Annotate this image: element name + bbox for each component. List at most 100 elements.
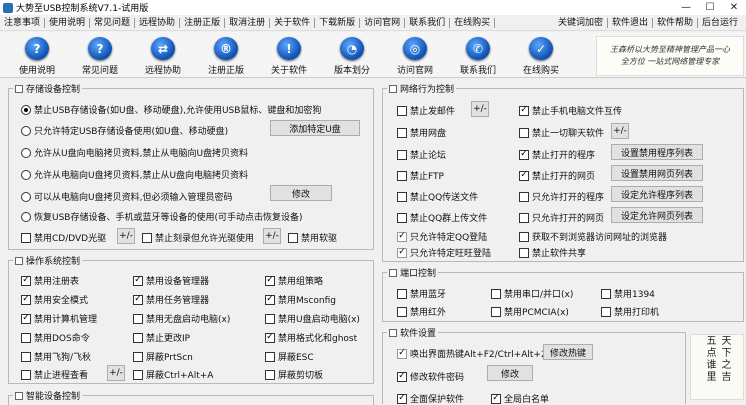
os-item[interactable]: ✓ 禁用任务管理器 <box>133 293 209 306</box>
menu-notes[interactable]: 注意事项 <box>0 17 46 28</box>
menu-website[interactable]: 访问官网 <box>360 17 406 28</box>
settings-title: 软件设置 <box>400 329 437 339</box>
net-item[interactable]: 只允许打开的程序 <box>519 190 604 203</box>
no-burn-checkbox[interactable]: 禁止刻录但允许光驱使用 <box>142 231 254 244</box>
menu-contact[interactable]: 联系我们 <box>405 17 451 28</box>
add-udisk-button[interactable]: 添加特定U盘 <box>270 120 360 136</box>
modify-password-checkbox[interactable]: ✓ 修改软件密码 <box>397 370 464 383</box>
pie-icon: ◔ <box>340 37 364 60</box>
modify-hotkey-button[interactable]: 修改热键 <box>543 344 593 360</box>
disable-floppy-checkbox[interactable]: 禁用软驱 <box>288 231 337 244</box>
hotkey-checkbox[interactable]: ✓ 唤出界面热键Alt+F2/Ctrl+Alt+2 <box>397 347 547 360</box>
disable-cd-checkbox[interactable]: 禁用CD/DVD光驱 <box>21 231 106 244</box>
port-item[interactable]: 禁用蓝牙 <box>397 287 446 300</box>
port-control-group: 端口控制 禁用蓝牙 禁用串口/并口(x) 禁用1394 禁用红外 禁用PCMCI… <box>382 266 744 322</box>
port-item[interactable]: 禁用串口/并口(x) <box>491 287 573 300</box>
toolbar-faq-button[interactable]: ? 常见问题 <box>72 34 128 76</box>
set-blocked-web-button[interactable]: 设置禁用网页列表 <box>611 165 703 181</box>
os-item[interactable]: 禁止进程查看 <box>21 368 88 381</box>
menu-manual[interactable]: 使用说明 <box>45 17 91 28</box>
menu-help[interactable]: 软件帮助 <box>653 18 698 28</box>
net-item[interactable]: ✓ 只允许特定旺旺登陆 <box>397 246 491 259</box>
set-allowed-web-button[interactable]: 设定允许网页列表 <box>611 207 703 223</box>
net-item[interactable]: ✓ 只允许特定QQ登陆 <box>397 230 487 243</box>
set-allowed-programs-button[interactable]: 设定允许程序列表 <box>611 186 703 202</box>
toolbar-remote-button[interactable]: ⇄ 远程协助 <box>135 34 191 76</box>
net-item[interactable]: 禁止论坛 <box>397 148 446 161</box>
net-item[interactable]: ✓ 禁止打开的网页 <box>519 169 595 182</box>
net-item[interactable]: ✓ 禁止手机电脑文件互传 <box>519 104 622 117</box>
port-item[interactable]: 禁用1394 <box>601 287 655 300</box>
minimize-button[interactable]: — <box>674 0 698 15</box>
burn-plusminus-button[interactable]: +/- <box>263 228 281 244</box>
port-item[interactable]: 禁用红外 <box>397 305 446 318</box>
maximize-button[interactable]: ☐ <box>698 0 722 15</box>
toolbar-contact-button[interactable]: ✆ 联系我们 <box>450 34 506 76</box>
os-item[interactable]: ✓ 禁用格式化和ghost <box>265 331 357 344</box>
os-item[interactable]: ✓ 禁用Msconfig <box>265 293 336 306</box>
net-item[interactable]: 禁止发邮件 <box>397 104 455 117</box>
os-item[interactable]: ✓ 禁用注册表 <box>21 274 79 287</box>
toolbar-buy-button[interactable]: ✓ 在线购买 <box>513 34 569 76</box>
menu-background[interactable]: 后台运行 <box>698 18 742 28</box>
os-item[interactable]: 禁止更改IP <box>133 331 190 344</box>
modify-password-button[interactable]: 修改 <box>270 185 332 201</box>
os-item[interactable]: ✓ 禁用设备管理器 <box>133 274 209 287</box>
os-item[interactable]: ✓ 禁用安全模式 <box>21 293 88 306</box>
toolbar-website-button[interactable]: ◎ 访问官网 <box>387 34 443 76</box>
menu-about[interactable]: 关于软件 <box>270 17 316 28</box>
port-item[interactable]: 禁用打印机 <box>601 305 659 318</box>
os-item[interactable]: 禁用DOS命令 <box>21 331 90 344</box>
net-item[interactable]: 只允许打开的网页 <box>519 211 604 224</box>
storage-option-2[interactable]: 只允许特定USB存储设备使用(如U盘、移动硬盘) <box>21 124 228 137</box>
os-item[interactable]: 屏蔽ESC <box>265 350 314 363</box>
os-item[interactable]: ✓ 禁用计算机管理 <box>21 312 97 325</box>
port-item[interactable]: 禁用PCMCIA(x) <box>491 305 569 318</box>
os-item[interactable]: ✓ 禁用组策略 <box>265 274 323 287</box>
net-item[interactable]: 禁止软件共享 <box>519 246 586 259</box>
storage-option-3[interactable]: 允许从U盘向电脑拷贝资料,禁止从电脑向U盘拷贝资料 <box>21 146 248 159</box>
set-blocked-programs-button[interactable]: 设置禁用程序列表 <box>611 144 703 160</box>
os-item[interactable]: 禁用U盘启动电脑(x) <box>265 312 360 325</box>
toolbar-manual-button[interactable]: ? 使用说明 <box>9 34 65 76</box>
os-item[interactable]: 禁用无盘启动电脑(x) <box>133 312 230 325</box>
menu-register[interactable]: 注册正版 <box>180 17 226 28</box>
menu-keyword-encrypt[interactable]: 关键词加密 <box>554 18 608 28</box>
port-icon <box>389 268 397 277</box>
cart-icon: ✓ <box>529 37 553 60</box>
net-item[interactable]: 禁止QQ群上传文件 <box>397 211 487 224</box>
net-item[interactable]: 禁止FTP <box>397 169 444 182</box>
menu-unregister[interactable]: 取消注册 <box>225 17 271 28</box>
os-item[interactable]: 屏蔽剪切板 <box>265 368 323 381</box>
storage-option-1[interactable]: 禁止USB存储设备(如U盘、移动硬盘),允许使用USB鼠标、键盘和加密狗 <box>21 103 321 116</box>
os-item[interactable]: 禁用飞狗/飞秋 <box>21 350 91 363</box>
modify-software-password-button[interactable]: 修改 <box>487 365 533 381</box>
protect-software-checkbox[interactable]: ✓ 全面保护软件 <box>397 392 464 405</box>
net-item[interactable]: ✓ 禁止打开的程序 <box>519 148 595 161</box>
chat-plusminus-button[interactable]: +/- <box>611 123 629 139</box>
net-item[interactable]: 获取不到浏览器访问网址的浏览器 <box>519 230 667 243</box>
smart-device-title: 智能设备控制 <box>26 392 81 402</box>
menu-remote[interactable]: 远程协助 <box>135 17 181 28</box>
os-item[interactable]: 屏蔽Ctrl+Alt+A <box>133 368 213 381</box>
menu-faq[interactable]: 常见问题 <box>90 17 136 28</box>
menu-buy[interactable]: 在线购买 <box>450 17 496 28</box>
close-button[interactable]: ✕ <box>722 0 746 15</box>
toolbar-register-button[interactable]: ® 注册正版 <box>198 34 254 76</box>
toolbar-version-button[interactable]: ◔ 版本划分 <box>324 34 380 76</box>
settings-icon <box>389 328 397 337</box>
whitelist-checkbox[interactable]: ✓ 全局白名单 <box>491 392 549 405</box>
menu-download[interactable]: 下载新版 <box>315 17 361 28</box>
process-plusminus-button[interactable]: +/- <box>107 365 125 381</box>
net-item[interactable]: 禁止QQ传送文件 <box>397 190 478 203</box>
storage-option-4[interactable]: 允许从电脑向U盘拷贝资料,禁止从U盘向电脑拷贝资料 <box>21 168 248 181</box>
os-item[interactable]: 屏蔽PrtScn <box>133 350 193 363</box>
net-item[interactable]: 禁用网盘 <box>397 126 446 139</box>
mail-plusminus-button[interactable]: +/- <box>471 101 489 117</box>
net-item[interactable]: 禁止一切聊天软件 <box>519 126 604 139</box>
menu-exit[interactable]: 软件退出 <box>608 18 653 28</box>
toolbar-about-button[interactable]: ! 关于软件 <box>261 34 317 76</box>
cd-plusminus-button[interactable]: +/- <box>117 228 135 244</box>
storage-option-5[interactable]: 可以从电脑向U盘拷贝资料,但必须输入管理员密码 <box>21 190 232 203</box>
storage-option-6[interactable]: 恢复USB存储设备、手机或蓝牙等设备的使用(可手动点击恢复设备) <box>21 210 303 223</box>
